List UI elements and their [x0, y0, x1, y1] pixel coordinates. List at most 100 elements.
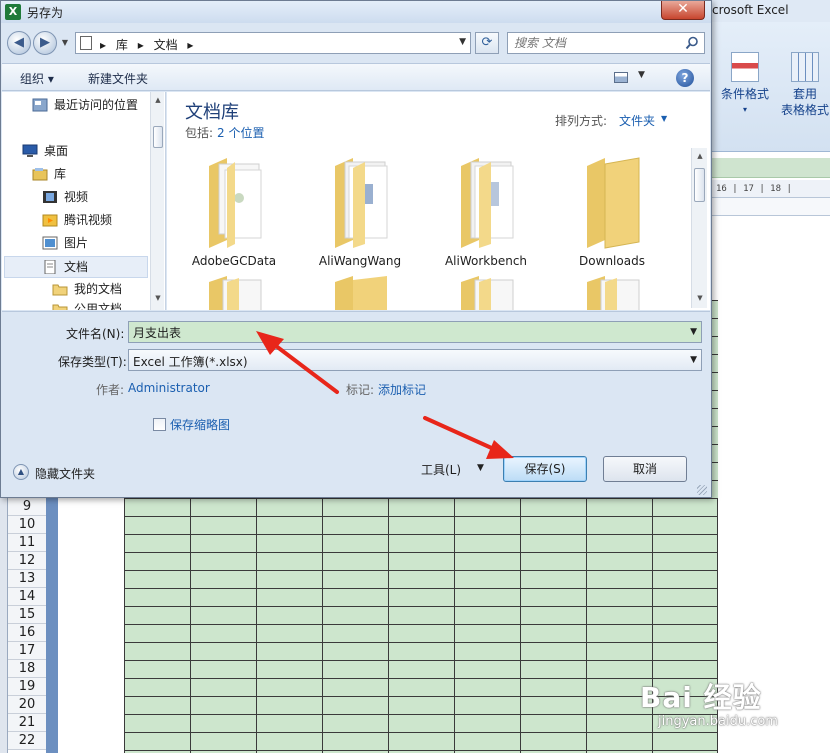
- resize-grip[interactable]: [697, 485, 707, 495]
- sidebar-item-recent-places[interactable]: 最近访问的位置: [2, 94, 148, 116]
- sidebar-item-desktop[interactable]: 桌面: [2, 140, 148, 162]
- folder-item[interactable]: [557, 274, 667, 310]
- cancel-button[interactable]: 取消: [603, 456, 687, 482]
- row-number[interactable]: 17: [8, 642, 46, 660]
- sidebar-item-tencent-video[interactable]: 腾讯视频: [2, 209, 148, 231]
- filename-input[interactable]: [129, 322, 679, 342]
- folder-icon: [461, 276, 514, 310]
- row-number[interactable]: 18: [8, 660, 46, 678]
- filename-combobox[interactable]: ▼: [128, 321, 702, 343]
- folder-item[interactable]: [305, 274, 415, 310]
- tools-button[interactable]: 工具(L): [421, 461, 461, 478]
- watermark-sub: jingyan.baidu.com: [658, 714, 778, 729]
- change-view-icon[interactable]: [614, 72, 628, 83]
- folder-item[interactable]: [431, 274, 541, 310]
- sidebar-item-label: 桌面: [44, 144, 69, 158]
- new-folder-button[interactable]: 新建文件夹: [88, 70, 148, 87]
- breadcrumb-documents[interactable]: 文档: [154, 38, 178, 52]
- sidebar-item-my-documents[interactable]: 我的文档: [2, 278, 148, 300]
- search-icon: [685, 36, 698, 50]
- search-box[interactable]: [507, 32, 705, 54]
- file-list-scrollbar[interactable]: ▲ ▼: [691, 148, 707, 308]
- sidebar-item-public-documents[interactable]: 公用文档: [2, 298, 148, 310]
- dialog-title: 另存为: [27, 6, 64, 20]
- row-number[interactable]: 16: [8, 624, 46, 642]
- folder-item[interactable]: AliWorkbench: [431, 154, 541, 274]
- row-number[interactable]: 14: [8, 588, 46, 606]
- chevron-down-icon[interactable]: ▼: [477, 463, 484, 473]
- filetype-value: Excel 工作簿(*.xlsx): [133, 355, 248, 369]
- folder-icon: [52, 284, 68, 296]
- sidebar-item-pictures[interactable]: 图片: [2, 232, 148, 254]
- desktop-icon: [22, 144, 38, 157]
- arrange-by-dropdown[interactable]: 文件夹: [619, 112, 655, 129]
- search-input[interactable]: [508, 33, 678, 53]
- conditional-format-label: 条件格式: [720, 87, 769, 101]
- save-thumbnail-checkbox[interactable]: [153, 418, 166, 431]
- view-dropdown-icon[interactable]: ▼: [638, 70, 645, 80]
- sidebar-item-documents[interactable]: 文档: [2, 256, 148, 278]
- author-field[interactable]: Administrator: [128, 381, 210, 395]
- row-number[interactable]: 19: [8, 678, 46, 696]
- save-button[interactable]: 保存(S): [503, 456, 587, 482]
- folder-item[interactable]: Downloads: [557, 154, 667, 274]
- row-number[interactable]: 10: [8, 516, 46, 534]
- sheet-grid-edge: [712, 300, 718, 498]
- sidebar-item-label: 文档: [64, 260, 89, 274]
- breadcrumb-library[interactable]: 库: [116, 38, 128, 52]
- sheet-area: [712, 300, 830, 500]
- folder-item[interactable]: [179, 274, 289, 310]
- row-number[interactable]: 20: [8, 696, 46, 714]
- breadcrumb-separator-icon[interactable]: ▸: [187, 38, 193, 52]
- sidebar-item-videos[interactable]: 视频: [2, 186, 148, 208]
- video-icon: [43, 191, 57, 203]
- navigation-scrollbar[interactable]: ▲ ▼: [150, 92, 164, 310]
- breadcrumb-separator-icon[interactable]: ▸: [138, 38, 144, 52]
- chevron-up-icon[interactable]: ▲: [13, 464, 29, 480]
- table-format-button[interactable]: 套用 表格格式: [776, 52, 830, 118]
- vertical-ruler: [0, 480, 8, 753]
- breadcrumb-separator-icon[interactable]: ▸: [100, 38, 106, 52]
- forward-button[interactable]: ▶: [33, 31, 57, 55]
- hide-folders-button[interactable]: 隐藏文件夹: [35, 465, 95, 482]
- row-number[interactable]: 22: [8, 732, 46, 750]
- save-thumbnail-label[interactable]: 保存缩略图: [170, 416, 230, 433]
- recent-pages-dropdown-icon[interactable]: ▼: [59, 37, 71, 49]
- refresh-button[interactable]: ⟳: [475, 32, 499, 54]
- sidebar-item-label: 最近访问的位置: [54, 98, 139, 112]
- row-number[interactable]: 12: [8, 552, 46, 570]
- folder-icon: [52, 304, 68, 310]
- close-button[interactable]: ✕: [661, 1, 705, 20]
- chevron-down-icon[interactable]: ▼: [690, 355, 697, 365]
- row-number[interactable]: 9: [8, 498, 46, 516]
- library-includes: 包括: 2 个位置: [185, 124, 265, 141]
- scroll-down-icon[interactable]: ▼: [151, 294, 165, 302]
- chevron-down-icon[interactable]: ▼: [661, 114, 667, 123]
- row-number[interactable]: 13: [8, 570, 46, 588]
- address-bar[interactable]: ▸ 库 ▸ 文档 ▸ ▼: [75, 32, 471, 54]
- scroll-thumb[interactable]: [694, 168, 705, 202]
- dialog-titlebar[interactable]: X 另存为 ✕: [1, 1, 711, 23]
- conditional-format-button[interactable]: 条件格式 ▾: [716, 52, 774, 118]
- sidebar-item-library[interactable]: 库: [2, 163, 148, 185]
- page-icon: [80, 36, 92, 50]
- scroll-down-icon[interactable]: ▼: [692, 294, 708, 302]
- help-icon[interactable]: ?: [676, 69, 694, 87]
- row-number[interactable]: 15: [8, 606, 46, 624]
- folder-item[interactable]: AdobeGCData: [179, 154, 289, 274]
- scroll-thumb[interactable]: [153, 126, 163, 148]
- organize-button[interactable]: 组织 ▾: [20, 70, 54, 87]
- row-number[interactable]: 21: [8, 714, 46, 732]
- address-dropdown-icon[interactable]: ▼: [459, 37, 466, 47]
- locations-link[interactable]: 2 个位置: [217, 126, 264, 140]
- scroll-up-icon[interactable]: ▲: [692, 152, 708, 160]
- filetype-select[interactable]: Excel 工作簿(*.xlsx) ▼: [128, 349, 702, 371]
- folder-item[interactable]: AliWangWang: [305, 154, 415, 274]
- back-button[interactable]: ◀: [7, 31, 31, 55]
- row-number[interactable]: 11: [8, 534, 46, 552]
- scroll-up-icon[interactable]: ▲: [151, 96, 165, 104]
- tags-field[interactable]: 添加标记: [378, 381, 426, 398]
- chevron-down-icon[interactable]: ▼: [690, 327, 697, 337]
- pictures-icon: [42, 236, 58, 250]
- sheet-grid[interactable]: [124, 498, 718, 753]
